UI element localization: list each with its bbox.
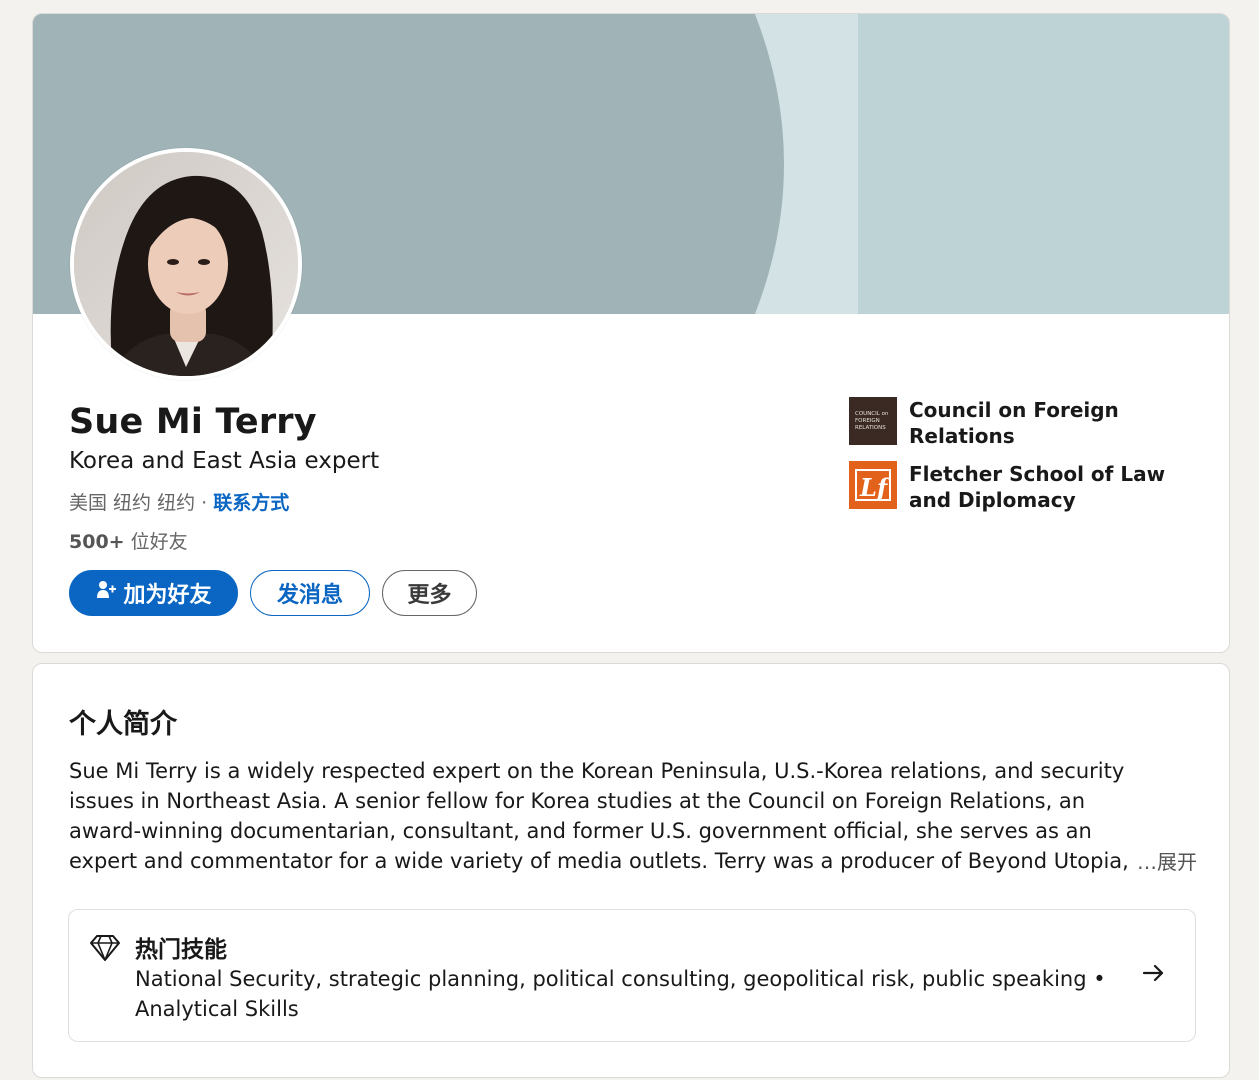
contact-info-link[interactable]: 联系方式	[213, 492, 289, 514]
about-card: 个人简介 Sue Mi Terry is a widely respected …	[32, 663, 1230, 1078]
more-button[interactable]: 更多	[382, 570, 477, 616]
about-text-container: Sue Mi Terry is a widely respected exper…	[69, 756, 1129, 876]
profile-location-line: 美国 纽约 纽约 · 联系方式	[69, 488, 289, 515]
profile-location: 美国 纽约 纽约 ·	[69, 492, 214, 514]
message-button[interactable]: 发消息	[250, 570, 370, 616]
org-name-fletcher: Fletcher School of Law and Diplomacy	[909, 462, 1166, 512]
cfr-logo: COUNCIL on FOREIGN RELATIONS	[849, 397, 897, 445]
connect-button-label: 加为好友	[123, 583, 212, 608]
org-name-cfr: Council on Foreign Relations	[909, 398, 1119, 448]
top-skills-title: 热门技能	[135, 937, 227, 963]
profile-avatar[interactable]	[70, 148, 302, 380]
connections-count: 500+	[69, 531, 125, 553]
about-text: Sue Mi Terry is a widely respected exper…	[69, 759, 1129, 873]
connections-label: 位好友	[124, 531, 188, 553]
profile-name: Sue Mi Terry	[69, 402, 317, 442]
org-item-fletcher[interactable]: Lf Fletcher School of Law and Diplomacy	[849, 461, 1209, 513]
cfr-logo-line-3: RELATIONS	[855, 425, 886, 431]
cfr-logo-line-2: FOREIGN	[855, 418, 880, 424]
message-button-label: 发消息	[276, 583, 343, 608]
cfr-logo-line-1: COUNCIL on	[855, 411, 889, 417]
profile-organizations: COUNCIL on FOREIGN RELATIONS Council on …	[849, 397, 1209, 525]
org-item-cfr[interactable]: COUNCIL on FOREIGN RELATIONS Council on …	[849, 397, 1209, 449]
top-skills-list: National Security, strategic planning, p…	[135, 967, 1106, 1021]
top-skills-box[interactable]: 热门技能 National Security, strategic planni…	[68, 909, 1196, 1042]
profile-headline: Korea and East Asia expert	[69, 448, 380, 474]
about-expand-link[interactable]: …展开	[1131, 846, 1197, 875]
arrow-right-icon[interactable]	[1141, 960, 1167, 986]
diamond-icon	[90, 934, 120, 962]
profile-actions: 加为好友 发消息 更多	[69, 570, 477, 616]
profile-card: Sue Mi Terry Korea and East Asia expert …	[32, 13, 1230, 653]
profile-connections[interactable]: 500+ 位好友	[69, 527, 188, 554]
about-title: 个人简介	[69, 709, 177, 740]
more-button-label: 更多	[407, 583, 452, 608]
fletcher-logo-text: Lf	[859, 473, 891, 502]
fletcher-logo: Lf	[849, 461, 897, 509]
connect-button[interactable]: 加为好友	[69, 570, 238, 616]
add-person-icon	[95, 579, 117, 607]
